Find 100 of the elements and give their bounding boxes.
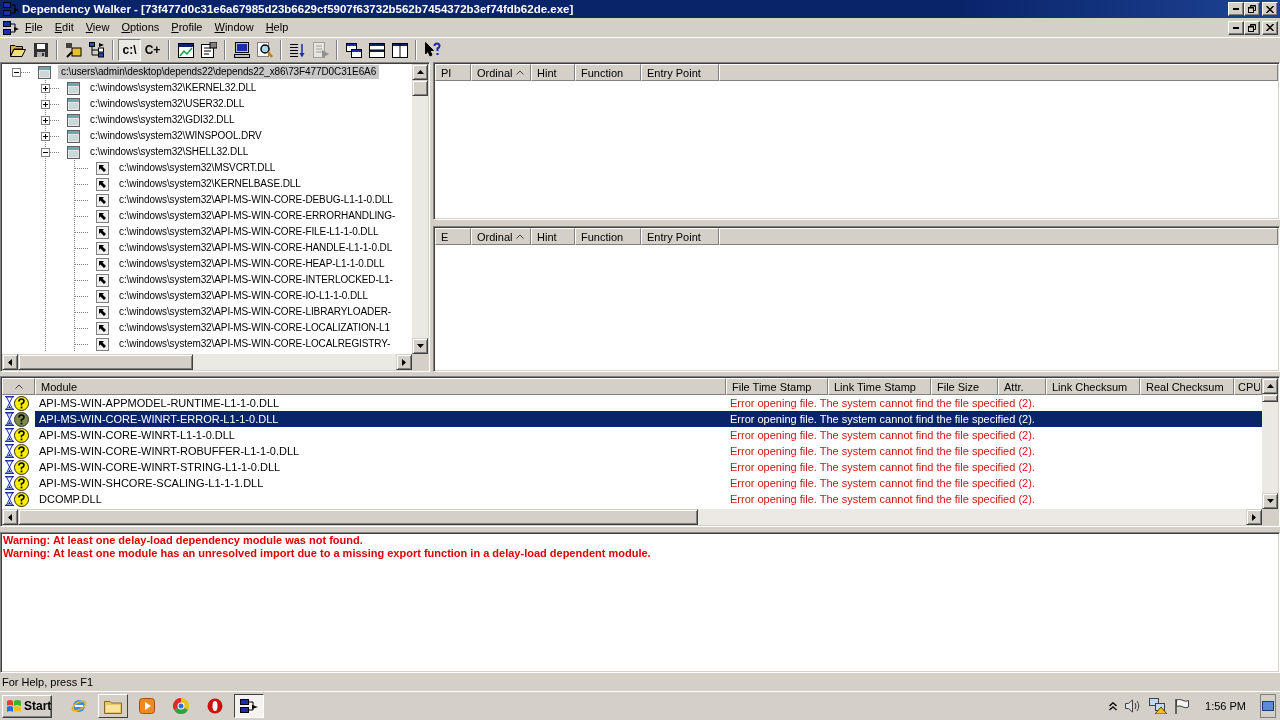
horizontal-scrollbar[interactable] (2, 354, 412, 370)
tree-item[interactable]: c:\windows\system32\KERNEL32.DLL (87, 81, 260, 95)
show-desktop-button[interactable] (1260, 694, 1276, 718)
color-ring-icon (173, 698, 189, 714)
tree-item[interactable]: c:\windows\system32\API-MS-WIN-CORE-LOCALIZATION-L1 (116, 321, 393, 335)
menu-item[interactable]: Edit (49, 20, 79, 35)
column-header[interactable]: Hint (531, 64, 575, 81)
help-pointer-icon (424, 42, 441, 58)
tree-item[interactable]: c:\windows\system32\API-MS-WIN-CORE-ERRORHANDLING- (116, 209, 399, 223)
scroll-thumb[interactable] (412, 80, 428, 96)
module-name[interactable]: API-MS-WIN-CORE-WINRT-ROBUFFER-L1-1-0.DLL (35, 443, 726, 459)
column-header[interactable]: Attr. (998, 378, 1046, 395)
column-header[interactable]: Hint (531, 228, 575, 245)
toolbar-button[interactable]: C+ (141, 39, 164, 61)
scroll-thumb[interactable] (1262, 394, 1278, 402)
module-name[interactable]: DCOMP.DLL (35, 491, 726, 507)
column-header[interactable] (2, 378, 35, 395)
column-header[interactable]: E (435, 228, 471, 245)
scroll-up-button[interactable] (1262, 378, 1278, 394)
toolbar-button[interactable]: c:\ (118, 39, 141, 61)
column-header[interactable]: Real Checksum (1140, 378, 1234, 395)
tree-item[interactable]: c:\windows\system32\API-MS-WIN-CORE-HEAP-L1-1-0.DLL (116, 257, 388, 271)
network-icon[interactable] (1149, 698, 1168, 714)
chevron-up-icon[interactable] (1109, 701, 1118, 711)
tree-item[interactable]: c:\windows\system32\API-MS-WIN-CORE-IO-L1-1-0.DLL (116, 289, 372, 303)
module-name[interactable]: API-MS-WIN-APPMODEL-RUNTIME-L1-1-0.DLL (35, 395, 726, 411)
tree-item[interactable]: c:\windows\system32\API-MS-WIN-CORE-LIBRARYLOADER- (116, 305, 395, 319)
horizontal-scrollbar[interactable] (2, 509, 1262, 525)
minimize-button[interactable] (1228, 2, 1244, 16)
plus-box-icon[interactable] (41, 131, 50, 141)
column-header[interactable]: File Size (931, 378, 998, 395)
scroll-right-button[interactable] (1246, 509, 1262, 525)
flag-icon[interactable] (1175, 698, 1190, 714)
tree-item[interactable]: c:\windows\system32\API-MS-WIN-CORE-DEBUG-L1-1-0.DLL (116, 193, 396, 207)
column-header[interactable]: Link Time Stamp (828, 378, 931, 395)
menu-item[interactable]: Options (116, 20, 165, 35)
scroll-right-button[interactable] (396, 354, 412, 370)
clock[interactable]: 1:56 PM (1205, 700, 1246, 712)
minimize-button[interactable] (1228, 20, 1244, 35)
plus-box-icon[interactable] (41, 83, 50, 93)
module-name[interactable]: API-MS-WIN-CORE-WINRT-L1-1-0.DLL (35, 427, 726, 443)
restore-button[interactable] (1244, 20, 1260, 35)
column-header[interactable]: Function (575, 228, 641, 245)
speaker-icon[interactable] (1125, 699, 1142, 713)
scroll-down-button[interactable] (1262, 493, 1278, 509)
scroll-thumb[interactable] (18, 354, 193, 370)
tree-item[interactable]: c:\windows\system32\WINSPOOL.DRV (87, 129, 265, 143)
taskbar-button[interactable] (234, 694, 264, 718)
tree-item[interactable]: c:\windows\system32\KERNELBASE.DLL (116, 177, 304, 191)
error-message: Error opening file. The system cannot find the file specified (2). (729, 396, 1036, 411)
plus-box-icon[interactable] (41, 115, 50, 125)
tree-item[interactable]: c:\windows\system32\MSVCRT.DLL (116, 161, 279, 175)
column-header[interactable]: Link Checksum (1046, 378, 1140, 395)
menu-item[interactable]: Window (209, 20, 259, 35)
menu-item[interactable]: View (80, 20, 115, 35)
hourglass-icon (5, 412, 14, 426)
module-name[interactable]: API-MS-WIN-CORE-WINRT-ERROR-L1-1-0.DLL (35, 411, 726, 427)
arrow-box-icon (96, 193, 109, 207)
scroll-up-button[interactable] (412, 64, 428, 80)
module-name[interactable]: API-MS-WIN-SHCORE-SCALING-L1-1-1.DLL (35, 475, 726, 491)
scroll-thumb[interactable] (18, 509, 698, 525)
restore-button[interactable] (1244, 2, 1260, 16)
horizontal-split-icon (368, 42, 385, 58)
up-triangle-icon (1266, 384, 1274, 388)
column-header[interactable]: CPU (1234, 378, 1262, 395)
column-header[interactable]: Module (35, 378, 726, 395)
vertical-scrollbar[interactable] (412, 64, 428, 354)
scroll-down-button[interactable] (412, 338, 428, 354)
column-header[interactable]: PI (435, 64, 471, 81)
tree-item[interactable]: c:\windows\system32\SHELL32.DLL (87, 145, 252, 159)
tree-item[interactable]: c:\windows\system32\API-MS-WIN-CORE-LOCALREGISTRY- (116, 337, 394, 351)
menu-item[interactable]: Help (260, 20, 294, 35)
column-header[interactable]: Ordinal (471, 64, 531, 81)
vertical-scrollbar[interactable] (1262, 378, 1278, 509)
right-triangle-icon (402, 358, 406, 366)
scroll-left-button[interactable] (2, 509, 18, 525)
tree-item[interactable]: c:\users\admin\desktop\depends22\depends22_x86\73F477D0C31E6A6 (58, 65, 380, 79)
tree-item[interactable]: c:\windows\system32\API-MS-WIN-CORE-HANDLE-L1-1-0.DL (116, 241, 396, 255)
module-name[interactable]: API-MS-WIN-CORE-WINRT-STRING-L1-1-0.DLL (35, 459, 726, 475)
arrow-box-icon (96, 241, 109, 255)
column-header[interactable]: Ordinal (471, 228, 531, 245)
plus-box-icon[interactable] (41, 99, 50, 109)
scroll-left-button[interactable] (2, 354, 18, 370)
tree-item[interactable]: c:\windows\system32\API-MS-WIN-CORE-FILE-L1-1-0.DLL (116, 225, 382, 239)
menu-item[interactable]: File (20, 20, 48, 35)
tree-item[interactable]: c:\windows\system32\GDI32.DLL (87, 113, 238, 127)
column-header[interactable]: Entry Point (641, 64, 719, 81)
error-message: Error opening file. The system cannot find the file specified (2). (729, 476, 1036, 491)
arrow-box-icon (96, 337, 109, 351)
column-header[interactable]: Function (575, 64, 641, 81)
minus-box-icon[interactable] (12, 67, 21, 77)
close-button[interactable] (1262, 20, 1278, 35)
column-header[interactable]: Entry Point (641, 228, 719, 245)
close-button[interactable] (1262, 2, 1278, 16)
start-button[interactable]: Start (2, 694, 52, 718)
tree-item[interactable]: c:\windows\system32\API-MS-WIN-CORE-INTERLOCKED-L1- (116, 273, 396, 287)
minus-box-icon[interactable] (41, 147, 50, 157)
tree-item[interactable]: c:\windows\system32\USER32.DLL (87, 97, 248, 111)
column-header[interactable]: File Time Stamp (726, 378, 828, 395)
menu-item[interactable]: Profile (166, 20, 208, 35)
